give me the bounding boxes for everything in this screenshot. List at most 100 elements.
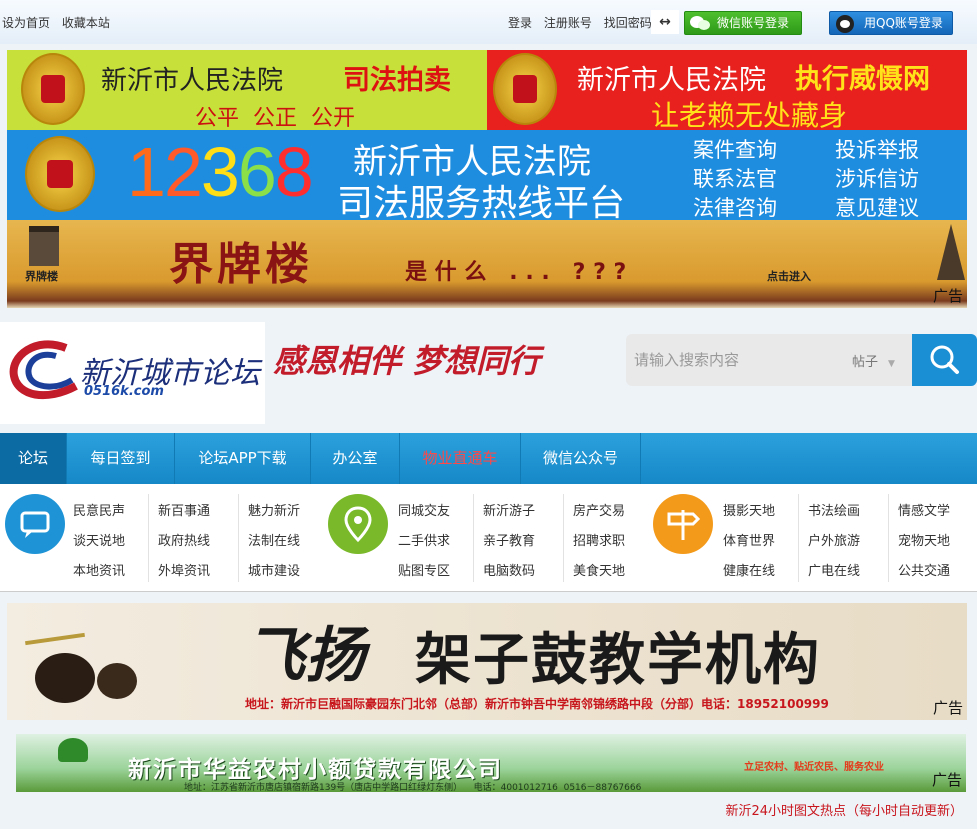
drum-kit-image [25,632,175,703]
switch-arrows-icon[interactable]: ↔ [651,10,679,34]
hotline-link-complaint[interactable]: 投诉举报 [835,134,919,164]
nav-checkin[interactable]: 每日签到 [67,433,175,484]
wechat-login-button[interactable]: 微信账号登录 [684,11,802,35]
drums-title: 架子鼓教学机构 [415,628,821,693]
search-button[interactable] [912,334,977,386]
hotline-link-case[interactable]: 案件查询 [693,134,777,164]
register-link[interactable]: 注册账号 [544,16,592,30]
tower-small-label: 界牌楼 [25,270,58,283]
nav-wechat-account[interactable]: 微信公众号 [521,433,641,484]
logo-domain: 0516k.com [84,384,164,399]
category-link[interactable]: 法制在线 [248,530,300,549]
qq-login-button[interactable]: 用QQ账号登录 [829,11,953,35]
top-left-links: 设为首页 收藏本站 [2,14,118,31]
search-type-select[interactable]: 帖子 ▼ [852,351,895,370]
search-icon [930,345,959,374]
divider [238,494,239,582]
loan-company-banner[interactable]: 新沂市华益农村小额贷款有限公司 立足农村、贴近农民、服务农业 地址：江苏省新沂市… [16,734,966,792]
enforce-slogan: 让老赖无处藏身 [651,99,848,130]
court-emblem-icon [21,53,85,125]
category-link[interactable]: 摄影天地 [723,500,775,519]
category-link[interactable]: 新沂游子 [483,500,535,519]
category-link[interactable]: 招聘求职 [573,530,625,549]
jiepai-title: 界牌楼 [169,239,313,290]
divider [888,494,889,582]
category-link[interactable]: 外埠资讯 [158,560,210,579]
jiepai-click: 点击进入 [767,270,811,283]
category-link[interactable]: 电脑数码 [483,560,535,579]
search-type-label: 帖子 [852,355,879,370]
search-box: 帖子 ▼ [626,334,912,386]
qq-icon [836,15,854,33]
top-right-links: 登录 注册账号 找回密码 [508,14,660,31]
category-link[interactable]: 同城交友 [398,500,450,519]
hot-news-notice[interactable]: 新沂24小时图文热点（每小时自动更新） [725,800,963,819]
category-link[interactable]: 魅力新沂 [248,500,300,519]
main-nav: 论坛 每日签到 论坛APP下载 办公室 物业直通车 微信公众号 [0,433,977,484]
category-link[interactable]: 贴图专区 [398,560,450,579]
recover-password-link[interactable]: 找回密码 [604,16,652,30]
nav-forum[interactable]: 论坛 [0,433,67,484]
ad-label: 广告 [932,699,963,717]
enforce-court-name: 新沂市人民法院 [577,65,766,96]
category-link[interactable]: 广电在线 [808,560,860,579]
hotline-link-feedback[interactable]: 意见建议 [835,192,919,220]
divider [798,494,799,582]
location-pin-icon [328,494,388,554]
category-link[interactable]: 美食天地 [573,560,625,579]
category-link[interactable]: 体育世界 [723,530,775,549]
category-link[interactable]: 城市建设 [248,560,300,579]
judicial-auction-banner[interactable]: 新沂市人民法院 司法拍卖 公平 公正 公开 [7,50,487,130]
set-homepage-link[interactable]: 设为首页 [2,16,50,30]
logo-swirl-icon [9,340,78,400]
category-link[interactable]: 公共交通 [898,560,950,579]
category-link[interactable]: 房产交易 [573,500,625,519]
drums-address: 地址：新沂市巨融国际豪园东门北邻（总部）新沂市钟吾中学南邻锦绣路中段（分部）电话… [245,697,829,711]
search-input[interactable] [634,348,834,372]
hotline-banner[interactable]: 12368 新沂市人民法院 司法服务热线平台 案件查询 投诉举报 联系法官 涉诉… [7,130,967,220]
top-bar: 设为首页 收藏本站 登录 注册账号 找回密码 ↔ 微信账号登录 用QQ账号登录 [0,0,977,44]
hotline-link-legal[interactable]: 法律咨询 [693,192,777,220]
category-link[interactable]: 民意民声 [73,500,125,519]
loan-motto: 立足农村、贴近农民、服务农业 [744,762,884,773]
chevron-down-icon: ▼ [888,359,895,369]
auction-title: 司法拍卖 [343,65,451,96]
nav-office[interactable]: 办公室 [311,433,400,484]
hotline-link-petition[interactable]: 涉诉信访 [835,163,919,193]
category-link[interactable]: 情感文学 [898,500,950,519]
category-link[interactable]: 本地资讯 [73,560,125,579]
forum-logo[interactable]: 新沂城市论坛 0516k.com [0,322,265,424]
wechat-icon [690,16,710,30]
category-link[interactable]: 健康在线 [723,560,775,579]
category-link[interactable]: 新百事通 [158,500,210,519]
jiepai-question: 是 什 么 . . . ? ? ? [405,260,627,285]
drum-school-banner[interactable]: 飞扬 架子鼓教学机构 地址：新沂市巨融国际豪园东门北邻（总部）新沂市钟吾中学南邻… [7,603,967,720]
category-link[interactable]: 政府热线 [158,530,210,549]
category-panel: 民意民声 新百事通 魅力新沂 谈天说地 政府热线 法制在线 本地资讯 外埠资讯 … [0,484,977,592]
divider [563,494,564,582]
category-link[interactable]: 书法绘画 [808,500,860,519]
tower-image [29,226,59,266]
signpost-icon [653,494,713,554]
nav-property[interactable]: 物业直通车 [400,433,521,484]
auction-motto: 公平 公正 公开 [195,106,355,130]
jiepai-tower-banner[interactable]: 界牌楼 界牌楼 是 什 么 . . . ? ? ? 点击进入 广告 [7,220,967,308]
category-link[interactable]: 亲子教育 [483,530,535,549]
hotline-link-judge[interactable]: 联系法官 [693,163,777,193]
category-link[interactable]: 谈天说地 [73,530,125,549]
drums-brand: 飞扬 [245,621,365,691]
loan-title: 新沂市华益农村小额贷款有限公司 [128,756,503,783]
enforcement-banner[interactable]: 新沂市人民法院 执行威慑网 让老赖无处藏身 [487,50,967,130]
pagoda-image [937,224,965,280]
bookmark-link[interactable]: 收藏本站 [62,16,110,30]
category-link[interactable]: 户外旅游 [808,530,860,549]
ad-label: 广告 [932,287,963,305]
category-link[interactable]: 宠物天地 [898,530,950,549]
nav-app-download[interactable]: 论坛APP下载 [175,433,311,484]
category-link[interactable]: 二手供求 [398,530,450,549]
login-link[interactable]: 登录 [508,16,532,30]
loan-address: 地址：江苏省新沂市唐店镇宿新路139号（唐店中学路口红绿灯东侧） 电话：4001… [184,783,642,792]
auction-court-name: 新沂市人民法院 [101,66,284,96]
ad-label: 广告 [931,771,962,789]
divider [148,494,149,582]
